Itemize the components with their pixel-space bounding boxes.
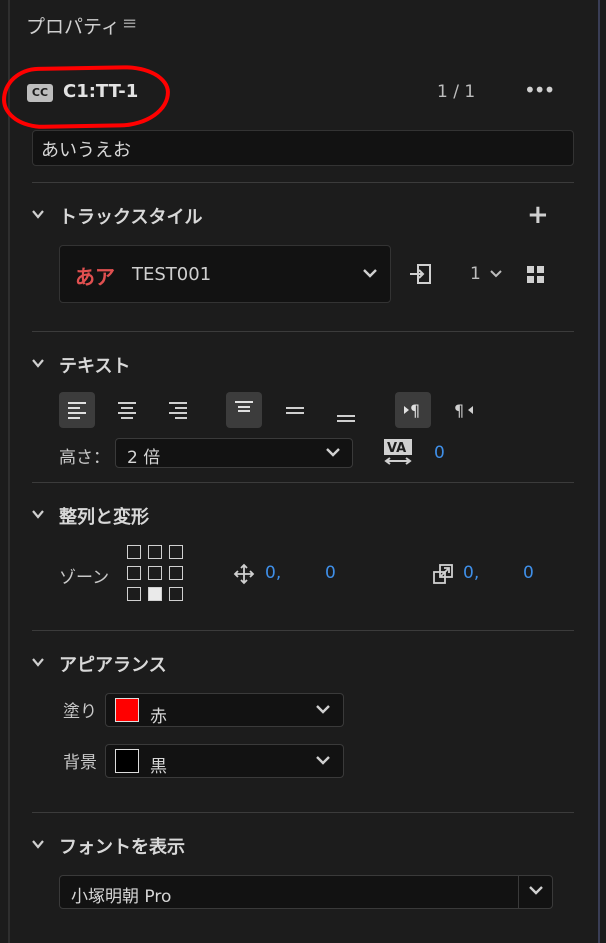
section-title-track-style[interactable]: トラックスタイル	[59, 203, 202, 229]
tracking-value[interactable]: 0	[434, 443, 445, 463]
valign-top-button[interactable]	[226, 392, 262, 428]
style-preview-text: あア	[75, 265, 115, 289]
background-label: 背景	[63, 753, 97, 773]
align-top-icon	[235, 401, 253, 412]
svg-text:VA: VA	[387, 441, 406, 456]
valign-bottom-button[interactable]	[328, 396, 364, 432]
svg-text:¶: ¶	[454, 401, 464, 420]
chevron-down-icon[interactable]	[315, 754, 331, 768]
chevron-down-icon[interactable]	[32, 508, 44, 520]
ltr-paragraph-icon: ¶	[404, 401, 420, 420]
chevron-down-icon[interactable]	[325, 446, 341, 460]
dropdown-divider	[518, 876, 519, 908]
chevron-down-icon[interactable]	[32, 656, 44, 668]
align-center-icon	[118, 402, 136, 419]
panel-right-border	[598, 0, 600, 943]
zone-cell[interactable]	[148, 566, 162, 580]
scale-y[interactable]: 0	[523, 563, 534, 583]
divider	[32, 331, 574, 332]
background-dropdown[interactable]	[105, 744, 344, 778]
scale-icon	[433, 564, 453, 584]
zone-label: ゾーン	[59, 568, 110, 588]
push-style-icon[interactable]	[409, 262, 433, 286]
caption-text-field[interactable]: あいうえお	[32, 130, 574, 166]
hamburger-icon[interactable]: ≡	[122, 13, 137, 34]
zone-cell[interactable]	[169, 566, 183, 580]
chevron-down-icon[interactable]	[528, 884, 544, 898]
align-right-icon	[169, 402, 187, 419]
chevron-down-icon[interactable]	[32, 208, 44, 220]
position-y[interactable]: 0	[325, 563, 336, 583]
add-style-icon[interactable]: +	[527, 200, 549, 230]
background-color-swatch[interactable]	[115, 749, 139, 773]
fill-color-swatch[interactable]	[115, 698, 139, 722]
align-left-button[interactable]	[59, 392, 95, 428]
align-right-button[interactable]	[160, 392, 196, 428]
section-title-align[interactable]: 整列と変形	[59, 503, 149, 529]
panel-left-border	[8, 0, 10, 943]
chevron-down-icon[interactable]	[315, 703, 331, 717]
fill-value: 赤	[150, 707, 167, 727]
caption-page-count: 1 / 1	[437, 82, 476, 102]
zone-cell[interactable]	[169, 545, 183, 559]
scale-x[interactable]: 0,	[463, 563, 479, 583]
divider	[32, 182, 574, 183]
fill-label: 塗り	[63, 702, 97, 722]
tracking-icon: VA	[384, 439, 412, 465]
red-annotation-circle	[1, 64, 171, 130]
svg-text:¶: ¶	[410, 401, 420, 420]
height-label: 高さ：	[59, 448, 110, 468]
align-center-button[interactable]	[109, 392, 145, 428]
valign-middle-button[interactable]	[277, 392, 313, 428]
chevron-down-icon[interactable]	[32, 838, 44, 850]
align-middle-icon	[286, 407, 304, 414]
rtl-button[interactable]: ¶	[446, 392, 482, 428]
align-bottom-icon	[337, 415, 355, 422]
chevron-down-icon[interactable]	[32, 357, 44, 369]
font-value: 小塚明朝 Pro	[71, 887, 172, 907]
zone-cell[interactable]	[127, 545, 141, 559]
ltr-button[interactable]: ¶	[395, 392, 431, 428]
align-left-icon	[68, 402, 86, 419]
divider	[32, 482, 574, 483]
section-title-appearance[interactable]: アピアランス	[59, 651, 167, 677]
zone-cell[interactable]	[169, 587, 183, 601]
zone-cell-selected[interactable]	[148, 587, 162, 601]
chevron-down-icon[interactable]	[490, 269, 502, 279]
more-icon[interactable]: •••	[524, 78, 555, 102]
style-name: TEST001	[132, 264, 212, 285]
background-value: 黒	[150, 757, 167, 777]
zone-cell[interactable]	[127, 587, 141, 601]
rtl-paragraph-icon: ¶	[454, 401, 473, 420]
zone-cell[interactable]	[127, 566, 141, 580]
panel-title: プロパティ	[26, 16, 120, 38]
zone-cell[interactable]	[148, 545, 162, 559]
style-count[interactable]: 1	[470, 264, 481, 284]
section-title-text[interactable]: テキスト	[59, 352, 130, 378]
section-title-font[interactable]: フォントを表示	[59, 833, 185, 859]
move-icon	[233, 563, 255, 585]
fill-dropdown[interactable]	[105, 693, 344, 727]
position-x[interactable]: 0,	[265, 563, 281, 583]
divider	[32, 630, 574, 631]
height-value: 2 倍	[127, 448, 161, 468]
grid-icon[interactable]	[527, 266, 545, 284]
chevron-down-icon[interactable]	[362, 266, 378, 280]
divider	[32, 812, 574, 813]
